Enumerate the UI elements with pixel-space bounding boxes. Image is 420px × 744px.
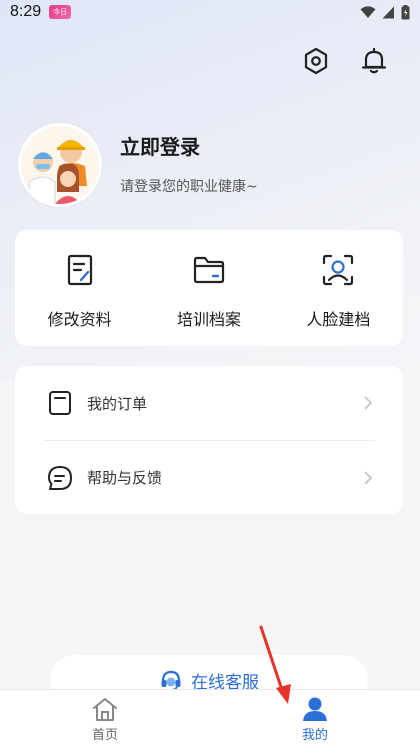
quick-actions-card: 修改资料 培训档案 人脸建档	[15, 230, 403, 346]
home-icon	[93, 698, 117, 721]
profile-text: 立即登录 请登录您的职业健康~	[120, 135, 258, 196]
training-records-button[interactable]: 培训档案	[144, 230, 273, 346]
edit-profile-label: 修改资料	[47, 310, 112, 329]
notification-app-icon: 今日	[49, 5, 72, 19]
face-registration-button[interactable]: 人脸建档	[274, 230, 403, 346]
settings-hexagon-icon	[304, 47, 328, 75]
folder-icon	[193, 256, 225, 284]
chevron-right-icon	[364, 470, 373, 485]
header-actions	[302, 46, 388, 76]
list-item-feedback[interactable]: 帮助与反馈	[43, 440, 375, 514]
edit-profile-button[interactable]: 修改资料	[15, 230, 144, 346]
order-icon	[49, 391, 71, 415]
status-indicators	[360, 4, 410, 20]
feedback-label: 帮助与反馈	[87, 469, 163, 487]
tab-home-label: 首页	[91, 728, 118, 743]
face-registration-label: 人脸建档	[306, 310, 371, 329]
login-subtitle: 请登录您的职业健康~	[120, 178, 258, 195]
wifi-icon	[360, 5, 376, 18]
settings-button[interactable]	[302, 46, 330, 76]
training-records-label: 培训档案	[176, 310, 241, 329]
status-time: 8:29	[10, 3, 42, 20]
list-item-orders[interactable]: 我的订单	[43, 366, 375, 440]
user-icon	[303, 697, 327, 721]
status-bar: 8:29 今日	[0, 0, 420, 24]
avatar[interactable]	[18, 123, 102, 207]
bell-icon	[361, 47, 387, 74]
signal-icon	[382, 6, 394, 18]
notifications-button[interactable]	[360, 46, 388, 76]
orders-label: 我的订单	[87, 394, 148, 413]
tab-mine[interactable]: 我的	[210, 690, 420, 744]
battery-icon	[401, 4, 410, 19]
edit-document-icon	[67, 254, 92, 286]
face-scan-icon	[323, 254, 354, 286]
menu-list-card: 我的订单 帮助与反馈	[15, 366, 403, 514]
tab-home[interactable]: 首页	[0, 690, 210, 744]
avatar-illustration	[21, 126, 99, 204]
feedback-chat-icon	[48, 465, 72, 490]
tab-mine-label: 我的	[301, 728, 328, 743]
login-title[interactable]: 立即登录	[120, 131, 258, 160]
chevron-right-icon	[364, 396, 373, 410]
profile-header[interactable]: 立即登录 请登录您的职业健康~	[18, 122, 408, 208]
bottom-tab-bar: 首页 我的	[0, 689, 420, 744]
